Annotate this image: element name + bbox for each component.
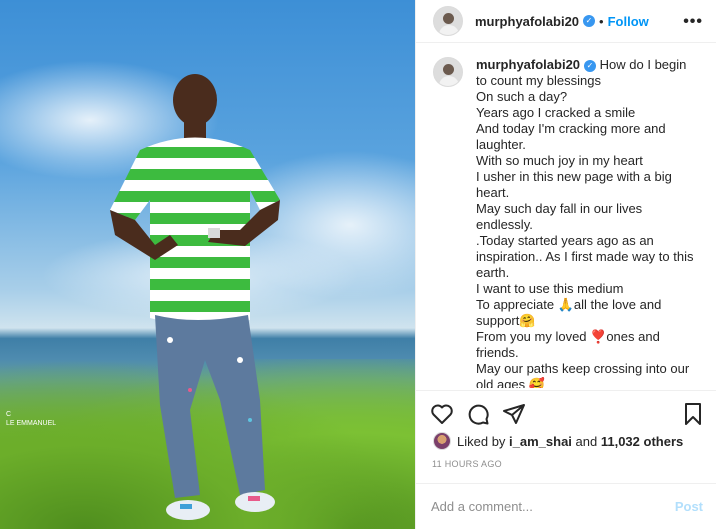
verified-badge-icon: ✓	[583, 15, 596, 27]
caption-text: murphyafolabi20 ✓ How do I begin to count…	[476, 57, 708, 388]
caption-line: laughter.	[476, 137, 526, 152]
caption-username[interactable]: murphyafolabi20	[476, 57, 580, 72]
post-caption: murphyafolabi20 ✓ How do I begin to count…	[416, 44, 716, 388]
like-heart-icon[interactable]	[430, 402, 454, 426]
caption-line: earth.	[476, 265, 510, 280]
caption-line: How do I begin	[599, 57, 687, 72]
caption-line: With so much joy in my heart	[476, 153, 643, 168]
caption-author-avatar[interactable]	[433, 57, 463, 87]
separator-dot: •	[599, 13, 604, 29]
post-comment-button[interactable]: Post	[675, 499, 703, 514]
caption-line: I usher in this new page with a big	[476, 169, 672, 184]
caption-line: .Today started years ago as an	[476, 233, 654, 248]
likes-middle: and	[571, 433, 601, 449]
author-username[interactable]: murphyafolabi20	[475, 14, 579, 29]
liker-avatar[interactable]	[433, 432, 451, 450]
post-photo[interactable]: C LE EMMANUEL	[0, 0, 415, 529]
photo-person	[110, 74, 280, 520]
verified-badge-icon: ✓	[584, 59, 597, 72]
caption-line: May our paths keep crossing into our	[476, 361, 690, 376]
post-timestamp[interactable]: 11 HOURS AGO	[432, 459, 502, 469]
comment-input[interactable]	[431, 499, 661, 514]
caption-line: endlessly.	[476, 217, 533, 232]
likes-prefix: Liked by	[457, 433, 510, 449]
caption-line: support🤗	[476, 313, 536, 328]
caption-line: to count my blessings	[476, 73, 602, 88]
caption-line: friends.	[476, 345, 519, 360]
caption-line: May such day fall in our lives	[476, 201, 643, 216]
post-actions	[416, 390, 716, 435]
likes-count[interactable]: 11,032 others	[601, 434, 683, 449]
caption-line: And today I'm cracking more and	[476, 121, 666, 136]
comment-bar: Post	[416, 483, 716, 529]
follow-button[interactable]: Follow	[608, 14, 649, 29]
caption-line: Years ago I cracked a smile	[476, 105, 636, 120]
more-options-icon[interactable]: •••	[683, 13, 703, 31]
share-icon[interactable]	[502, 402, 526, 426]
author-avatar[interactable]	[433, 6, 463, 36]
save-bookmark-icon[interactable]	[681, 402, 705, 426]
comment-icon[interactable]	[466, 402, 490, 426]
caption-line: inspiration.. As I first made way to thi…	[476, 249, 694, 264]
liker-username[interactable]: i_am_shai	[509, 434, 572, 449]
photo-watermark: C LE EMMANUEL	[6, 411, 57, 427]
caption-line: On such a day?	[476, 89, 568, 104]
post-detail-panel: murphyafolabi20 ✓ • Follow ••• murphyafo…	[415, 0, 716, 529]
caption-line: heart.	[476, 185, 510, 200]
post-header: murphyafolabi20 ✓ • Follow •••	[416, 0, 716, 43]
likes-summary: Liked by i_am_shai and 11,032 others	[416, 430, 716, 452]
caption-line: old ages 🥰	[476, 377, 545, 388]
caption-line: From you my loved ❣️ones and	[476, 329, 660, 344]
caption-line: I want to use this medium	[476, 281, 624, 296]
caption-line: To appreciate 🙏all the love and	[476, 297, 662, 312]
